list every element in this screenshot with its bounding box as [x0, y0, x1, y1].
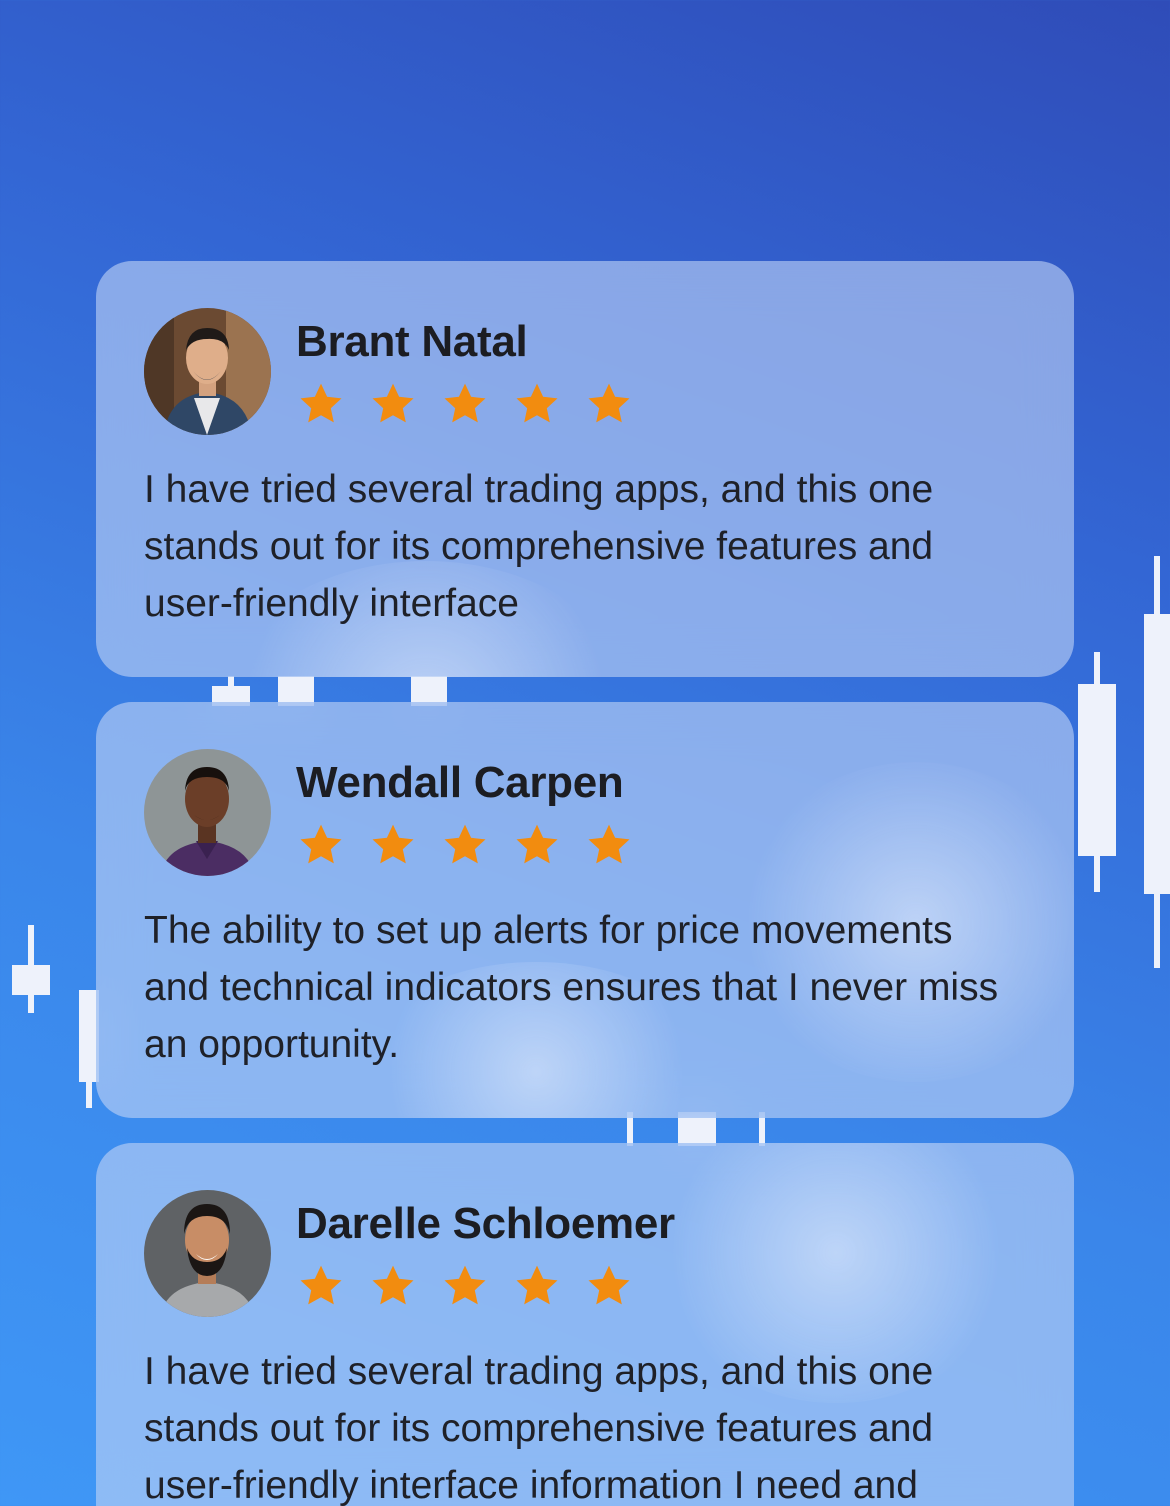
review-card: Darelle Schloemer I have tried several t… [96, 1143, 1074, 1506]
reviewer-name: Wendall Carpen [296, 758, 624, 807]
review-text: The ability to set up alerts for price m… [144, 909, 999, 1066]
star-rating [296, 1262, 675, 1310]
star-icon [296, 1262, 346, 1310]
star-icon [368, 1262, 418, 1310]
star-icon [296, 380, 346, 428]
star-icon [440, 821, 490, 869]
reviewer-name: Darelle Schloemer [296, 1199, 675, 1248]
candlestick [1144, 556, 1170, 968]
star-icon [584, 1262, 634, 1310]
avatar [144, 749, 271, 876]
avatar [144, 308, 271, 435]
star-icon [512, 1262, 562, 1310]
star-icon [584, 380, 634, 428]
star-icon [584, 821, 634, 869]
star-rating [296, 821, 656, 869]
star-icon [440, 380, 490, 428]
candlestick [1078, 652, 1116, 892]
review-header: Darelle Schloemer [144, 1190, 675, 1318]
star-icon [512, 821, 562, 869]
review-card: Wendall Carpen The ability to set up ale… [96, 702, 1074, 1118]
star-icon [368, 380, 418, 428]
review-text: I have tried several trading apps, and t… [144, 1350, 934, 1506]
reviewer-name: Brant Natal [296, 317, 528, 366]
avatar [144, 1190, 271, 1317]
review-card: Brant Natal I have tried several trading… [96, 261, 1074, 677]
star-icon [512, 380, 562, 428]
review-header: Wendall Carpen [144, 749, 656, 877]
star-icon [440, 1262, 490, 1310]
candlestick [12, 925, 50, 1013]
review-text: I have tried several trading apps, and t… [144, 468, 934, 625]
star-rating [296, 380, 656, 428]
review-header: Brant Natal [144, 308, 656, 436]
star-icon [296, 821, 346, 869]
star-icon [368, 821, 418, 869]
